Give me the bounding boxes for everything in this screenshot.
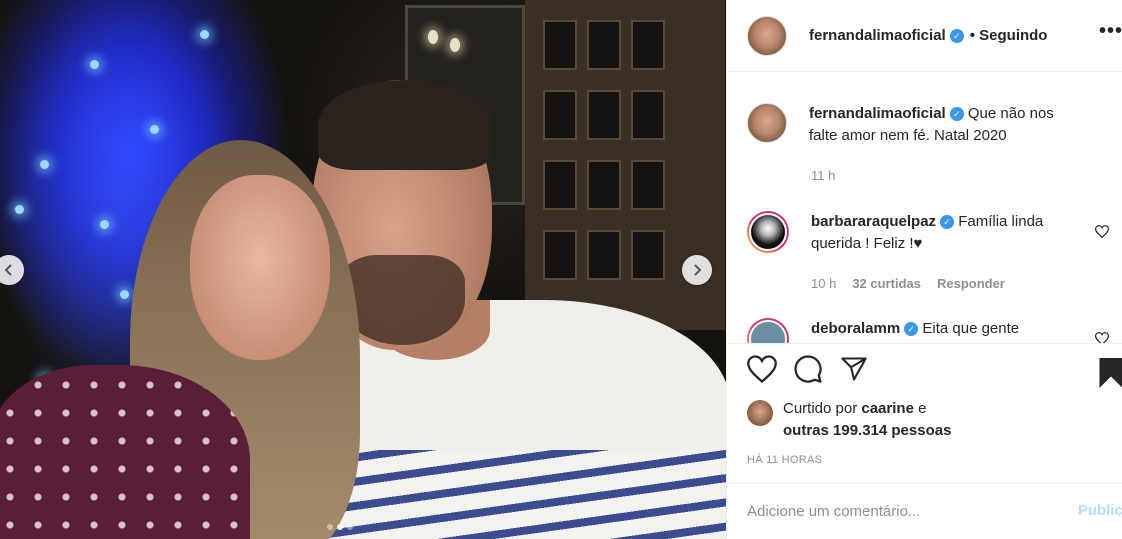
comment-likes-count[interactable]: 32 curtidas: [852, 276, 921, 291]
chevron-left-icon: [4, 264, 12, 276]
window-lamp: [450, 38, 460, 52]
like-heart-icon[interactable]: [747, 354, 777, 383]
comment-bubble-icon[interactable]: [793, 354, 823, 384]
comment-input[interactable]: [747, 503, 1047, 520]
more-options-icon[interactable]: •••: [1099, 20, 1122, 43]
verified-badge-icon: ✓: [940, 215, 955, 230]
tree-light: [150, 125, 159, 134]
follow-status-label: Seguindo: [979, 27, 1048, 44]
publish-button[interactable]: Publicar: [1078, 502, 1122, 519]
carousel-dot: [347, 524, 353, 530]
door-pane: [543, 230, 577, 280]
door-pane: [543, 160, 577, 210]
caption-row: fernandalimaoficial ✓ Que não nos falte a…: [747, 103, 1122, 147]
author-avatar[interactable]: [747, 15, 787, 56]
tree-light: [40, 160, 49, 169]
caption-text-block: fernandalimaoficial ✓ Que não nos falte a…: [809, 103, 1079, 147]
carousel-indicator: [327, 524, 353, 530]
comment-row: deboralamm ✓ Eita que gente: [747, 318, 1122, 343]
door-pane: [631, 20, 665, 70]
add-comment-bar: Publicar: [727, 483, 1122, 539]
post-side-panel: fernandalimaoficial ✓ • Seguindo ••• fer…: [726, 0, 1122, 539]
liker-avatar[interactable]: [747, 400, 773, 426]
door-pane: [631, 160, 665, 210]
comment-text-block: barbararaquelpaz ✓ Família linda querida …: [811, 211, 1081, 255]
verified-badge-icon: ✓: [949, 107, 964, 122]
commenter-username[interactable]: barbararaquelpaz: [811, 213, 936, 230]
door-pane: [587, 160, 621, 210]
caption-author-username[interactable]: fernandalimaoficial: [809, 105, 946, 122]
likes-connector: e: [918, 400, 927, 417]
next-slide-button[interactable]: [682, 255, 712, 285]
like-comment-heart-icon[interactable]: [1095, 225, 1109, 238]
post-header: fernandalimaoficial ✓ • Seguindo •••: [727, 0, 1122, 72]
comments-list: fernandalimaoficial ✓ Que não nos falte a…: [727, 73, 1122, 343]
chevron-right-icon: [694, 264, 702, 276]
window-lamp: [428, 30, 438, 44]
door-pane: [587, 230, 621, 280]
tree-light: [90, 60, 99, 69]
door-pane: [543, 20, 577, 70]
post-photo[interactable]: [0, 0, 726, 539]
follow-status[interactable]: • Seguindo: [970, 27, 1048, 44]
carousel-dot: [327, 524, 333, 530]
door-pane: [631, 230, 665, 280]
caption-author-avatar[interactable]: [747, 103, 787, 143]
comment-row: barbararaquelpaz ✓ Família linda querida …: [747, 211, 1122, 255]
comment-text-block: deboralamm ✓ Eita que gente: [811, 318, 1081, 343]
man-hair: [318, 80, 493, 170]
comment-age[interactable]: 10 h: [811, 276, 836, 291]
save-bookmark-icon[interactable]: [1099, 358, 1122, 388]
tree-light: [200, 30, 209, 39]
woman-face: [190, 175, 330, 360]
tree-light: [15, 205, 24, 214]
verified-badge-icon: ✓: [949, 28, 964, 43]
door-pane: [631, 90, 665, 140]
tree-light: [120, 290, 129, 299]
liker-username[interactable]: caarine: [861, 400, 914, 417]
commenter-avatar[interactable]: [747, 318, 789, 343]
likes-others-count[interactable]: outras 199.314 pessoas: [783, 422, 951, 439]
comment-text: Eita que gente: [922, 320, 1020, 337]
door-pane: [587, 20, 621, 70]
likes-prefix: Curtido por: [783, 400, 858, 417]
post-actions-bar: [727, 343, 1122, 393]
post-timestamp[interactable]: HÁ 11 HORAS: [747, 454, 822, 466]
reply-button[interactable]: Responder: [937, 276, 1005, 291]
comment-meta: 10 h 32 curtidas Responder: [811, 276, 1005, 291]
commenter-username[interactable]: deboralamm: [811, 320, 900, 337]
commenter-avatar[interactable]: [747, 211, 789, 253]
door-pane: [587, 90, 621, 140]
tree-light: [100, 220, 109, 229]
share-direct-icon[interactable]: [839, 355, 869, 383]
likes-summary: Curtido por caarine e outras 199.314 pes…: [747, 398, 951, 442]
author-username[interactable]: fernandalimaoficial: [809, 27, 946, 44]
verified-badge-icon: ✓: [904, 322, 919, 337]
caption-age[interactable]: 11 h: [811, 168, 835, 183]
caption-meta: 11 h: [811, 168, 835, 183]
door-pane: [543, 90, 577, 140]
carousel-dot: [337, 524, 343, 530]
likes-text: Curtido por caarine e outras 199.314 pes…: [783, 398, 951, 442]
like-comment-heart-icon[interactable]: [1095, 332, 1109, 343]
